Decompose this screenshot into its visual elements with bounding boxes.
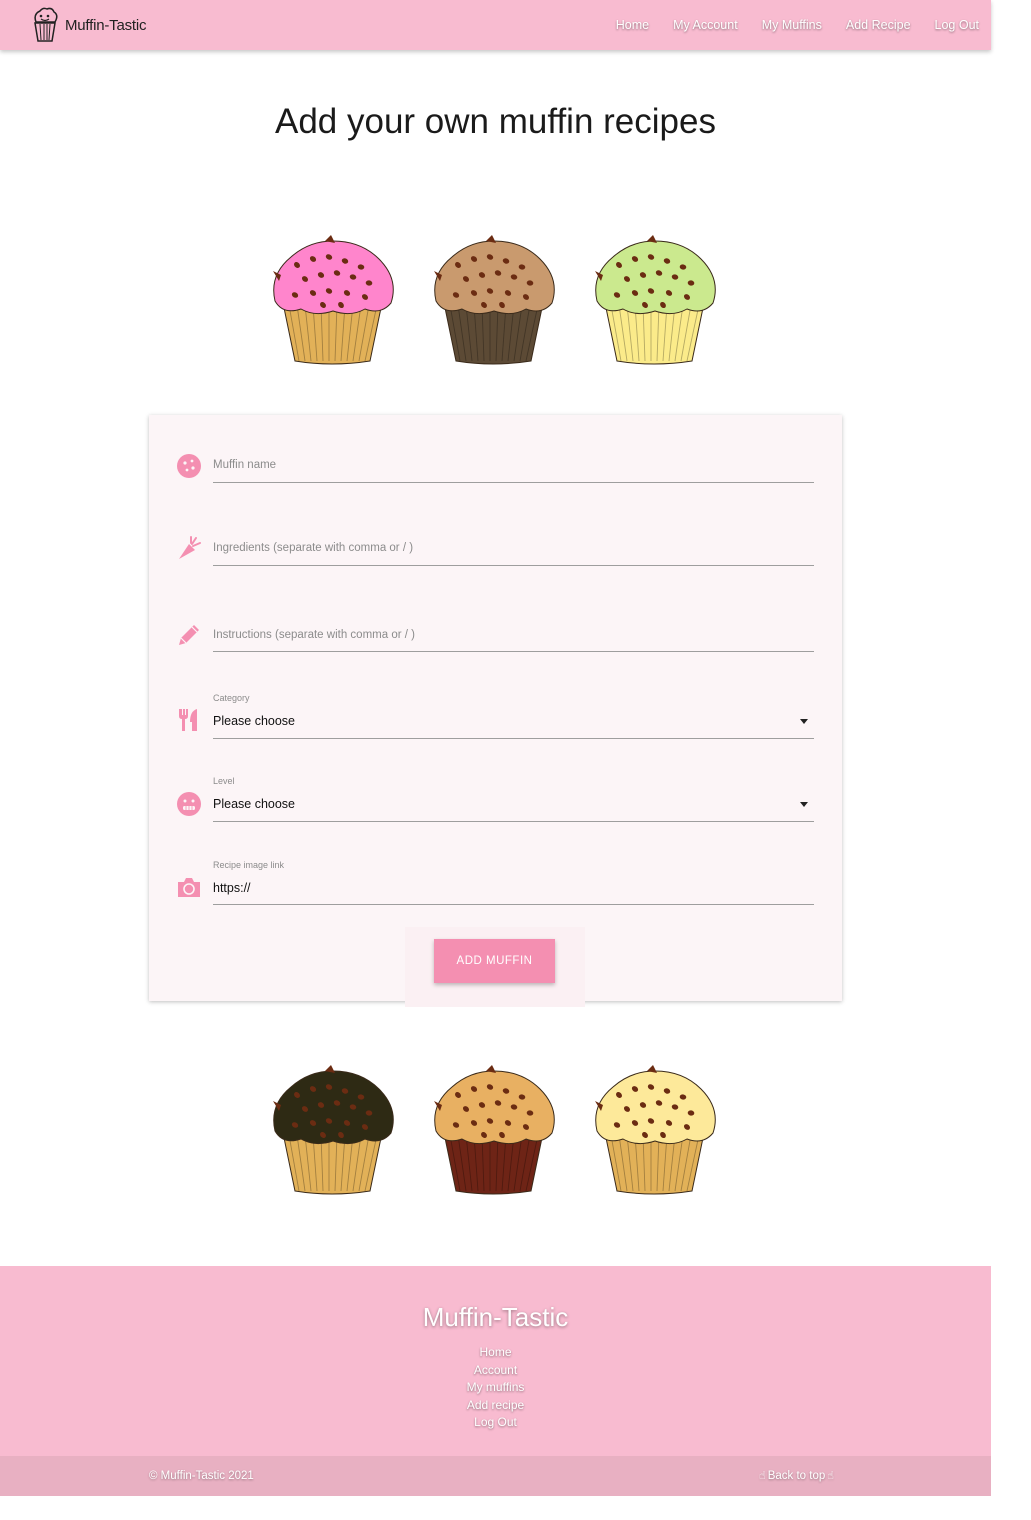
carrot-icon xyxy=(179,536,201,559)
muffin-name-placeholder[interactable]: Muffin name xyxy=(213,459,276,471)
chocolate-muffin-image xyxy=(434,235,555,365)
footer-title: Muffin-Tastic xyxy=(422,1302,569,1332)
muffin-row-bottom xyxy=(265,1065,725,1200)
footer-link-home[interactable]: Home xyxy=(0,1344,991,1362)
footer-link-account[interactable]: Account xyxy=(0,1362,991,1380)
muffin-row-top xyxy=(265,235,725,370)
grimace-face-icon xyxy=(177,792,201,816)
footer: Muffin-Tastic Home Account My muffins Ad… xyxy=(0,1266,991,1456)
cookie-icon xyxy=(177,454,201,478)
ingredients-input[interactable] xyxy=(213,565,814,566)
nav-my-muffins[interactable]: My Muffins xyxy=(762,18,822,32)
nav-my-account[interactable]: My Account xyxy=(673,18,738,32)
footer-link-my-muffins[interactable]: My muffins xyxy=(0,1379,991,1397)
nav-home[interactable]: Home xyxy=(616,18,649,32)
category-underline xyxy=(213,738,814,739)
submit-area: ADD MUFFIN xyxy=(405,927,585,1007)
pointing-hand-icon: ☝ xyxy=(759,1470,766,1482)
vanilla-muffin-image xyxy=(595,1065,716,1195)
nav-links: Home My Account My Muffins Add Recipe Lo… xyxy=(592,0,979,50)
image-link-underline xyxy=(213,904,814,905)
level-underline xyxy=(213,821,814,822)
brand-name: Muffin-Tastic xyxy=(65,16,147,34)
image-link-field: Recipe image link https:// xyxy=(149,860,842,920)
utensils-icon xyxy=(179,709,197,731)
nav-add-recipe[interactable]: Add Recipe xyxy=(846,18,911,32)
footer-link-log-out[interactable]: Log Out xyxy=(0,1414,991,1432)
pointing-hand-icon: ☝ xyxy=(827,1470,834,1482)
nav-log-out[interactable]: Log Out xyxy=(935,18,979,32)
dark-chocolate-muffin-image xyxy=(273,1065,394,1195)
navbar: Muffin-Tastic Home My Account My Muffins… xyxy=(0,0,991,50)
category-field: Category Please choose xyxy=(149,693,842,753)
brand-logo[interactable]: Muffin-Tastic xyxy=(30,6,147,44)
ingredients-placeholder[interactable]: Ingredients (separate with comma or / ) xyxy=(213,542,413,554)
image-link-input[interactable]: https:// xyxy=(213,881,251,895)
level-select[interactable]: Please choose xyxy=(213,797,295,811)
camera-icon xyxy=(178,878,200,897)
muffin-name-field: Muffin name xyxy=(149,445,842,505)
back-to-top-label: Back to top xyxy=(767,1469,826,1482)
add-recipe-form: Muffin name Ingredients (separate with c… xyxy=(149,415,842,1007)
caramel-muffin-image xyxy=(434,1065,555,1195)
instructions-field: Instructions (separate with comma or / ) xyxy=(149,614,842,674)
footer-links: Home Account My muffins Add recipe Log O… xyxy=(0,1344,991,1432)
back-to-top-link[interactable]: ☝ Back to top ☝ xyxy=(757,1469,836,1483)
footer-link-add-recipe[interactable]: Add recipe xyxy=(0,1397,991,1415)
ingredients-field: Ingredients (separate with comma or / ) xyxy=(149,528,842,588)
pink-muffin-image xyxy=(273,235,394,365)
level-label: Level xyxy=(213,776,235,786)
copyright-text: © Muffin-Tastic 2021 xyxy=(149,1470,254,1482)
green-muffin-image xyxy=(595,235,716,365)
category-select[interactable]: Please choose xyxy=(213,714,295,728)
add-muffin-button[interactable]: ADD MUFFIN xyxy=(434,939,555,983)
category-label: Category xyxy=(213,693,250,703)
level-field: Level Please choose xyxy=(149,776,842,836)
copyright-bar: © Muffin-Tastic 2021 ☝ Back to top ☝ xyxy=(0,1456,991,1496)
muffin-name-input[interactable] xyxy=(213,482,814,483)
instructions-input[interactable] xyxy=(213,651,814,652)
muffin-logo-icon xyxy=(34,7,58,42)
pencil-icon xyxy=(179,625,199,645)
level-dropdown-arrow-icon[interactable] xyxy=(800,802,808,807)
instructions-placeholder[interactable]: Instructions (separate with comma or / ) xyxy=(213,629,415,641)
image-link-label: Recipe image link xyxy=(213,860,285,870)
page-title: Add your own muffin recipes xyxy=(275,102,716,141)
category-dropdown-arrow-icon[interactable] xyxy=(800,719,808,724)
